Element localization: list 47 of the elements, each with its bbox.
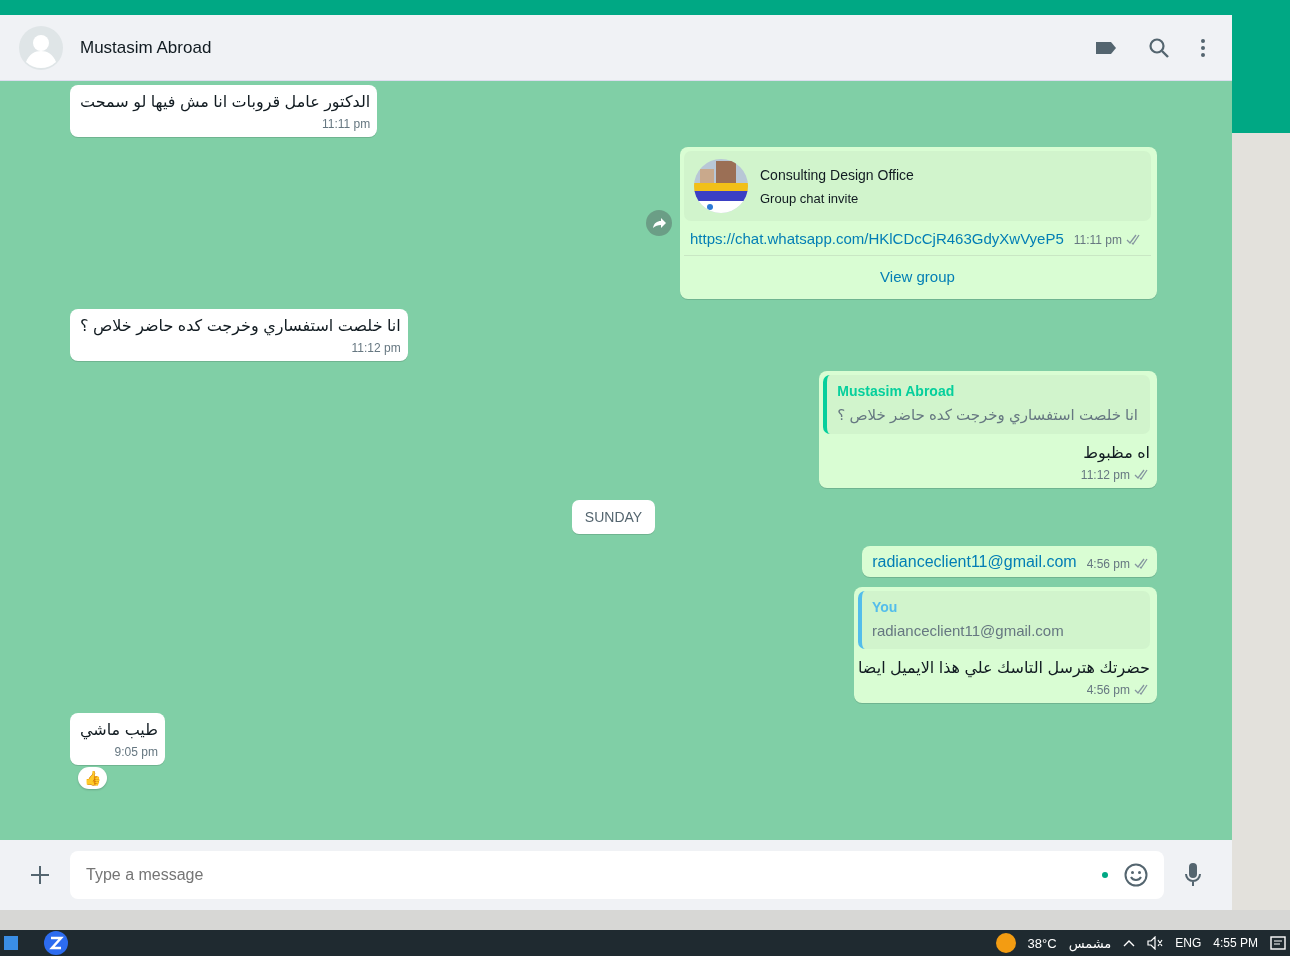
group-name: Consulting Design Office: [760, 166, 914, 183]
email-link[interactable]: radianceclient11@gmail.com: [872, 553, 1077, 571]
message-time: 11:12 pm: [1080, 468, 1130, 482]
clock-time[interactable]: 4:55 PM: [1213, 936, 1258, 950]
message-time: 11:11 pm: [322, 117, 371, 131]
emoji-icon[interactable]: [1124, 863, 1148, 887]
message-text: انا خلصت استفساري وخرجت كده حاضر خلاص ؟: [80, 316, 401, 337]
menu-icon[interactable]: [1200, 37, 1206, 58]
double-check-icon: [1134, 469, 1150, 480]
speaker-icon[interactable]: [1147, 936, 1164, 950]
message-time: 11:12 pm: [351, 341, 401, 355]
message-field[interactable]: Type a message: [84, 865, 1086, 885]
message-text: طيب ماشي: [80, 720, 158, 741]
quote-text: radianceclient11@gmail.com: [871, 622, 1065, 639]
dot-icon: [1102, 872, 1108, 878]
quote-text: انا خلصت استفساري وخرجت كده حاضر خلاص ؟: [837, 406, 1138, 424]
chevron-up-icon[interactable]: [1123, 939, 1136, 947]
quote-author: Mustasim Abroad: [837, 383, 956, 399]
temperature-text: 38°C: [1027, 935, 1057, 951]
weather-text: مشمس: [1068, 935, 1112, 951]
double-check-icon: [1134, 558, 1150, 569]
message-time: 11:11 pm: [1073, 233, 1123, 247]
message-text: اه مظبوط: [1083, 443, 1150, 464]
view-group-button[interactable]: View group: [684, 255, 1151, 299]
quoted-message[interactable]: You radianceclient11@gmail.com: [857, 591, 1150, 649]
message-time: 4:56 pm: [1086, 683, 1130, 697]
forward-icon[interactable]: [646, 210, 672, 236]
message-text: الدكتور عامل قروبات انا مش فيها لو سمحت: [80, 92, 371, 113]
invite-card[interactable]: Consulting Design Office Group chat invite: [684, 151, 1151, 221]
message-time: 9:05 pm: [114, 745, 158, 759]
message-text: حضرتك هترسل التاسك علي هذا الايميل ايضا: [857, 658, 1150, 679]
sun-icon[interactable]: [995, 933, 1016, 953]
quote-author: You: [871, 599, 899, 615]
message-input-box[interactable]: Type a message: [70, 851, 1164, 899]
double-check-icon: [1134, 684, 1150, 695]
avatar-icon: [19, 25, 63, 70]
message-time: 4:56 pm: [1086, 557, 1130, 571]
invite-link[interactable]: https://chat.whatsapp.com/HKlCDcCjR463GdyXwVyeP5: [690, 230, 1064, 247]
invite-subtitle: Group chat invite: [760, 190, 860, 206]
plus-icon[interactable]: [30, 865, 50, 885]
label-icon[interactable]: [1094, 39, 1118, 56]
notification-icon[interactable]: [1270, 936, 1286, 950]
app-icon[interactable]: [44, 931, 68, 955]
contact-name[interactable]: Mustasim Abroad: [80, 37, 212, 58]
microphone-icon[interactable]: [1184, 862, 1202, 888]
search-icon[interactable]: [1148, 36, 1170, 59]
language-indicator[interactable]: ENG: [1175, 936, 1202, 950]
